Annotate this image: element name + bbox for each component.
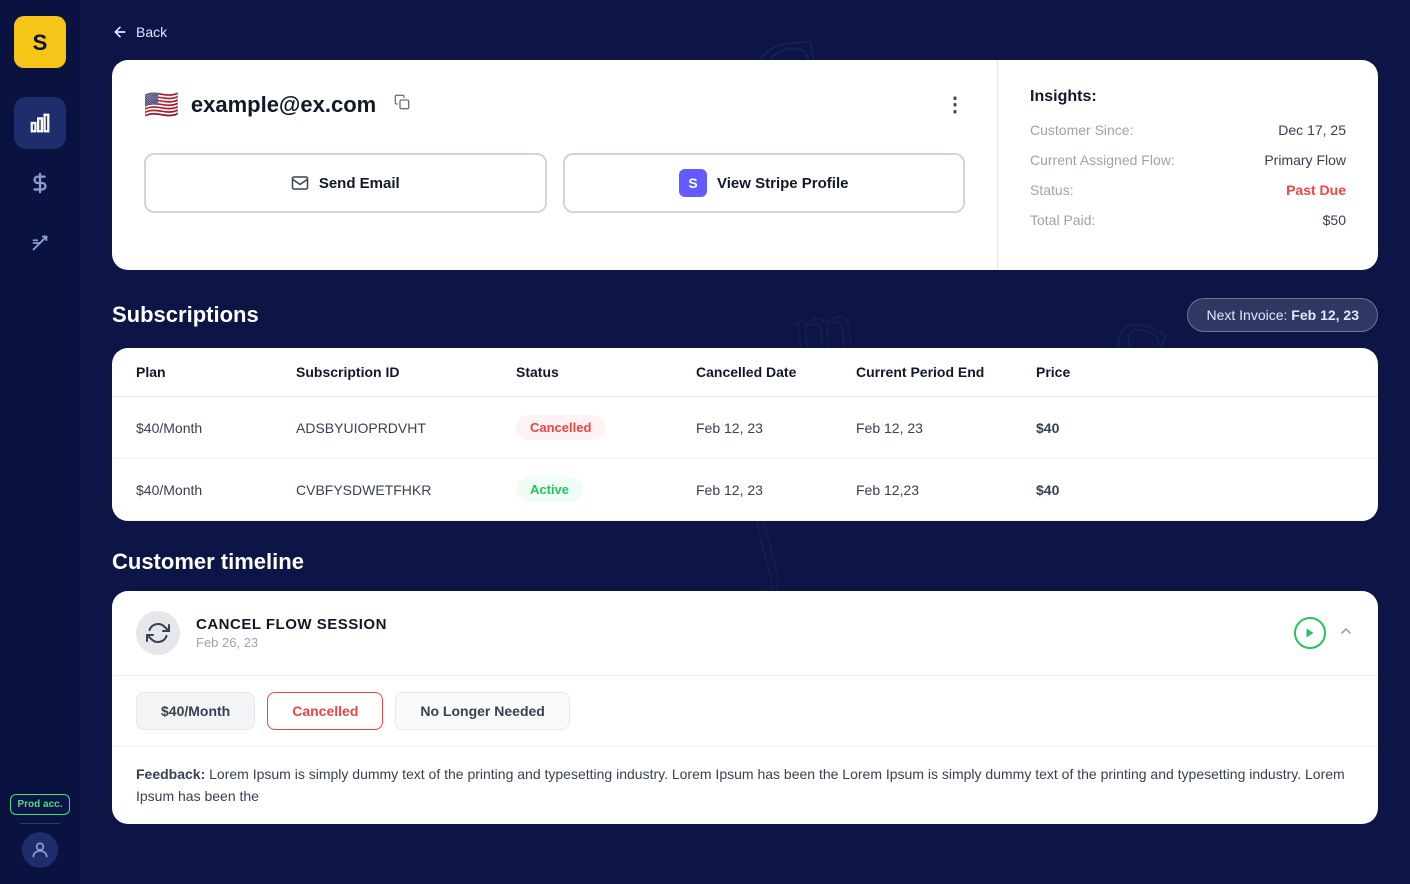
timeline-card: CANCEL FLOW SESSION Feb 26, 23 $40/Mo [112, 591, 1378, 824]
sidebar-divider [20, 823, 60, 824]
row2-price: $40 [1036, 482, 1136, 498]
feedback-text: Feedback: Lorem Ipsum is simply dummy te… [136, 763, 1354, 808]
back-label: Back [136, 24, 167, 40]
col-plan: Plan [136, 364, 296, 380]
customer-email-info: 🇺🇸 example@ex.com [144, 88, 410, 121]
session-text: CANCEL FLOW SESSION Feb 26, 23 [196, 616, 387, 650]
col-id: Subscription ID [296, 364, 516, 380]
row1-cancelled: Feb 12, 23 [696, 420, 856, 436]
next-invoice-date: Feb 12, 23 [1291, 307, 1359, 323]
insight-row-status: Status: Past Due [1030, 182, 1346, 198]
insight-label-since: Customer Since: [1030, 122, 1133, 138]
next-invoice-badge: Next Invoice: Feb 12, 23 [1187, 298, 1378, 332]
tag-reason: No Longer Needed [395, 692, 569, 730]
subscription-row-1: $40/Month ADSBYUIOPRDVHT Cancelled Feb 1… [112, 397, 1378, 459]
user-avatar[interactable] [22, 832, 58, 868]
feedback-label: Feedback: [136, 766, 205, 782]
col-status: Status [516, 364, 696, 380]
send-email-button[interactable]: Send Email [144, 153, 547, 213]
sidebar-item-analytics[interactable] [14, 97, 66, 149]
row2-id: CVBFYSDWETFHKR [296, 482, 516, 498]
col-price: Price [1036, 364, 1136, 380]
stripe-badge: S [679, 169, 707, 197]
row1-id: ADSBYUIOPRDVHT [296, 420, 516, 436]
tag-cancelled: Cancelled [267, 692, 383, 730]
action-buttons: Send Email S View Stripe Profile [144, 153, 965, 213]
insights-title: Insights: [1030, 88, 1346, 106]
row2-cancelled: Feb 12, 23 [696, 482, 856, 498]
customer-email: example@ex.com [191, 92, 376, 118]
svg-text:S: S [33, 30, 48, 55]
flag-icon: 🇺🇸 [144, 88, 179, 121]
customer-card-right: Insights: Customer Since: Dec 17, 25 Cur… [998, 60, 1378, 270]
back-button[interactable]: Back [112, 24, 167, 40]
session-icon [136, 611, 180, 655]
row2-status: Active [516, 477, 696, 502]
send-email-label: Send Email [319, 175, 400, 192]
timeline-tags: $40/Month Cancelled No Longer Needed [112, 676, 1378, 747]
insight-label-paid: Total Paid: [1030, 212, 1095, 228]
insight-value-status: Past Due [1286, 182, 1346, 198]
timeline-session-info: CANCEL FLOW SESSION Feb 26, 23 [136, 611, 387, 655]
collapse-button[interactable] [1338, 623, 1354, 644]
customer-card: 🇺🇸 example@ex.com ⋮ Send Email [112, 60, 1378, 270]
timeline-actions [1294, 617, 1354, 649]
table-header: Plan Subscription ID Status Cancelled Da… [112, 348, 1378, 397]
feedback-section: Feedback: Lorem Ipsum is simply dummy te… [112, 747, 1378, 824]
sidebar-item-magic[interactable] [14, 217, 66, 269]
sidebar: S Prod acc. [0, 0, 80, 884]
view-stripe-label: View Stripe Profile [717, 175, 848, 192]
insight-row-since: Customer Since: Dec 17, 25 [1030, 122, 1346, 138]
prod-badge: Prod acc. [10, 794, 69, 815]
feedback-content: Lorem Ipsum is simply dummy text of the … [136, 766, 1345, 804]
insight-label-status: Status: [1030, 182, 1074, 198]
subscriptions-title: Subscriptions [112, 302, 259, 328]
timeline-header: CANCEL FLOW SESSION Feb 26, 23 [112, 591, 1378, 676]
subscription-row-2: $40/Month CVBFYSDWETFHKR Active Feb 12, … [112, 459, 1378, 521]
insight-row-flow: Current Assigned Flow: Primary Flow [1030, 152, 1346, 168]
row2-period: Feb 12,23 [856, 482, 1036, 498]
session-date: Feb 26, 23 [196, 635, 387, 650]
customer-card-left: 🇺🇸 example@ex.com ⋮ Send Email [112, 60, 998, 270]
timeline-title: Customer timeline [112, 549, 1378, 575]
col-cancelled: Cancelled Date [696, 364, 856, 380]
play-button[interactable] [1294, 617, 1326, 649]
row1-period: Feb 12, 23 [856, 420, 1036, 436]
sidebar-item-billing[interactable] [14, 157, 66, 209]
session-title: CANCEL FLOW SESSION [196, 616, 387, 633]
logo[interactable]: S [14, 16, 66, 73]
insight-value-since: Dec 17, 25 [1278, 122, 1346, 138]
row2-plan: $40/Month [136, 482, 296, 498]
view-stripe-button[interactable]: S View Stripe Profile [563, 153, 966, 213]
insight-value-flow: Primary Flow [1264, 152, 1346, 168]
main-content: S ω m S ∫ w Back 🇺🇸 example@ex.com [80, 0, 1410, 884]
subscriptions-table: Plan Subscription ID Status Cancelled Da… [112, 348, 1378, 521]
row1-plan: $40/Month [136, 420, 296, 436]
insight-value-paid: $50 [1323, 212, 1346, 228]
kebab-menu-icon[interactable]: ⋮ [945, 92, 965, 117]
copy-icon[interactable] [394, 94, 410, 115]
next-invoice-label: Next Invoice: [1206, 307, 1287, 323]
status-badge-cancelled: Cancelled [516, 415, 605, 440]
row1-price: $40 [1036, 420, 1136, 436]
insight-label-flow: Current Assigned Flow: [1030, 152, 1175, 168]
insight-row-paid: Total Paid: $50 [1030, 212, 1346, 228]
customer-email-row: 🇺🇸 example@ex.com ⋮ [144, 88, 965, 121]
subscriptions-section-header: Subscriptions Next Invoice: Feb 12, 23 [112, 298, 1378, 332]
status-badge-active: Active [516, 477, 583, 502]
row1-status: Cancelled [516, 415, 696, 440]
col-period: Current Period End [856, 364, 1036, 380]
tag-plan: $40/Month [136, 692, 255, 730]
